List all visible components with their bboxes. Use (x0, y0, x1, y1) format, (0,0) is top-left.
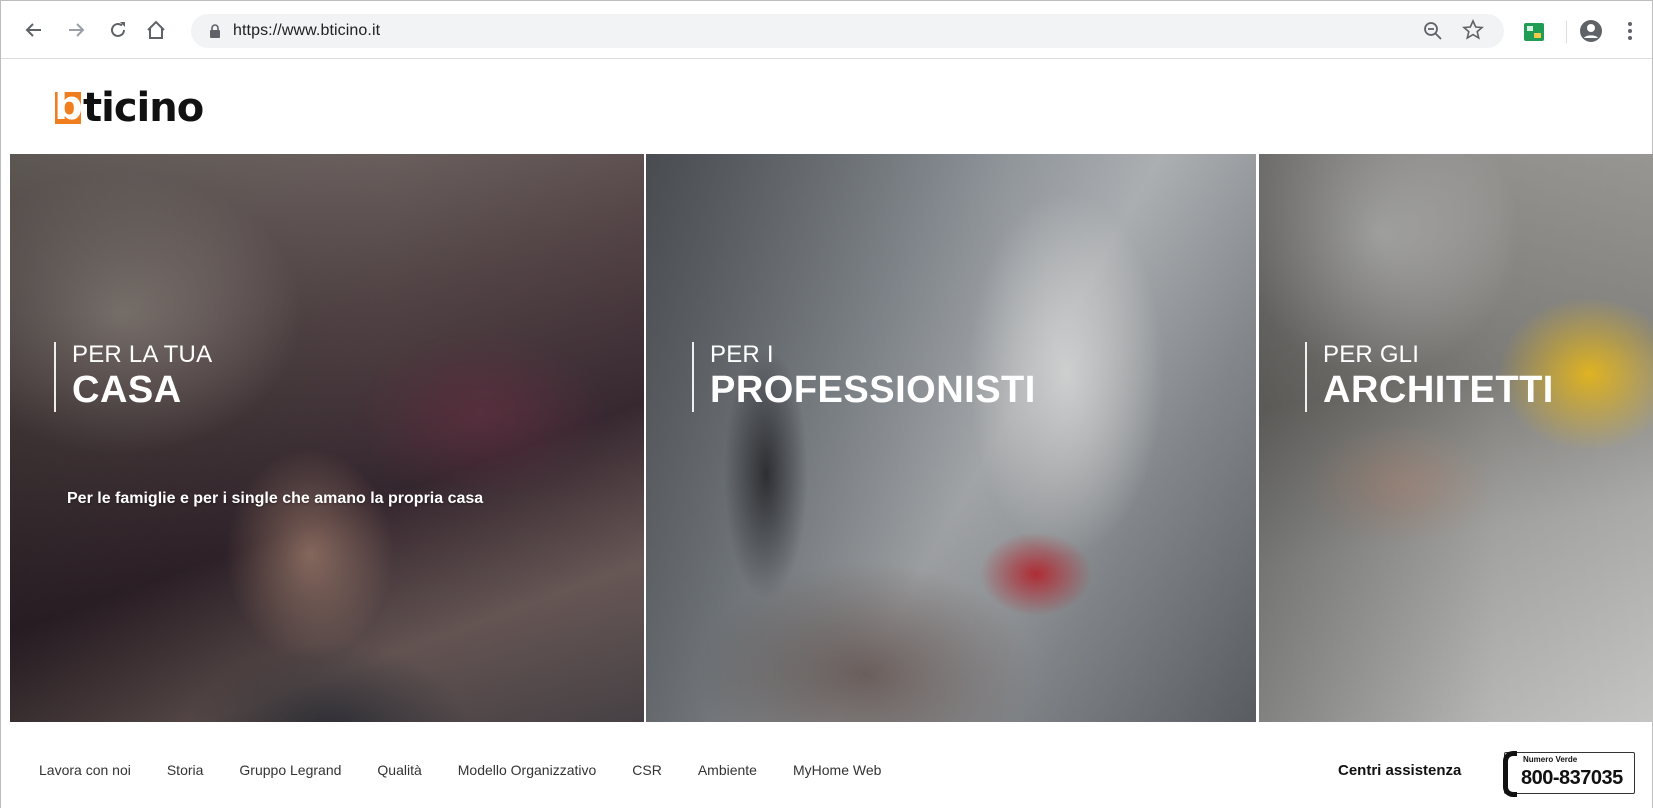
footer-link-modello-organizzativo[interactable]: Modello Organizzativo (458, 762, 597, 778)
kebab-menu-icon[interactable] (1625, 19, 1635, 43)
phone-handset-icon (1503, 751, 1517, 797)
url-text: https://www.bticino.it (233, 22, 381, 39)
browser-window: https://www.bticino.it b ticino PER LA T… (0, 0, 1653, 809)
panel-description: Per le famiglie e per i single che amano… (67, 490, 484, 507)
browser-toolbar: https://www.bticino.it (1, 1, 1652, 59)
home-button[interactable] (141, 15, 171, 45)
reload-icon (111, 22, 125, 37)
logo-b: b (55, 92, 81, 124)
panel-title: PER LA TUA CASA (54, 342, 212, 412)
footer-link-gruppo-legrand[interactable]: Gruppo Legrand (239, 762, 341, 778)
panel-title-small: PER I (710, 341, 774, 368)
reload-button[interactable] (103, 15, 133, 45)
phone-number: 800-837035 (1521, 767, 1623, 789)
extension-icon[interactable] (1524, 23, 1544, 41)
back-button[interactable] (19, 15, 49, 45)
footer-link-csr[interactable]: CSR (632, 762, 662, 778)
footer-link-ambiente[interactable]: Ambiente (698, 762, 757, 778)
hero-panel-architetti[interactable]: PER GLI ARCHITETTI (1259, 154, 1653, 722)
footer-links: Lavora con noi Storia Gruppo Legrand Qua… (39, 762, 917, 778)
zoom-icon[interactable] (1422, 20, 1444, 42)
panel-title-small: PER GLI (1323, 341, 1420, 368)
numero-verde-label: Numero Verde (1523, 755, 1578, 764)
forward-button[interactable] (61, 15, 91, 45)
star-icon[interactable] (1462, 19, 1484, 41)
panel-title: PER I PROFESSIONISTI (692, 342, 1036, 412)
lock-icon (210, 24, 220, 38)
address-bar[interactable]: https://www.bticino.it (191, 14, 1504, 48)
hero-panel-casa[interactable]: PER LA TUA CASA Per le famiglie e per i … (10, 154, 644, 722)
panel-title-big: ARCHITETTI (1323, 369, 1554, 411)
arrow-left-icon (25, 23, 41, 37)
panel-title-small: PER LA TUA (72, 341, 213, 368)
arrow-right-icon (69, 23, 85, 37)
numero-verde-badge[interactable]: Numero Verde 800-837035 (1503, 751, 1635, 797)
site-footer: Lavora con noi Storia Gruppo Legrand Qua… (1, 724, 1652, 809)
logo-text: ticino (83, 85, 204, 131)
centri-assistenza-link[interactable]: Centri assistenza (1338, 762, 1461, 779)
home-icon (147, 20, 165, 39)
hero-panel-professionisti[interactable]: PER I PROFESSIONISTI (646, 154, 1256, 722)
footer-link-myhome-web[interactable]: MyHome Web (793, 762, 881, 778)
panel-title-big: CASA (72, 369, 182, 411)
bticino-logo[interactable]: b ticino (55, 85, 204, 131)
footer-link-qualita[interactable]: Qualità (377, 762, 421, 778)
toolbar-separator (1566, 21, 1567, 43)
panel-title: PER GLI ARCHITETTI (1305, 342, 1554, 412)
panel-title-big: PROFESSIONISTI (710, 369, 1036, 411)
footer-link-lavora[interactable]: Lavora con noi (39, 762, 131, 778)
footer-link-storia[interactable]: Storia (167, 762, 204, 778)
account-icon[interactable] (1579, 19, 1603, 43)
